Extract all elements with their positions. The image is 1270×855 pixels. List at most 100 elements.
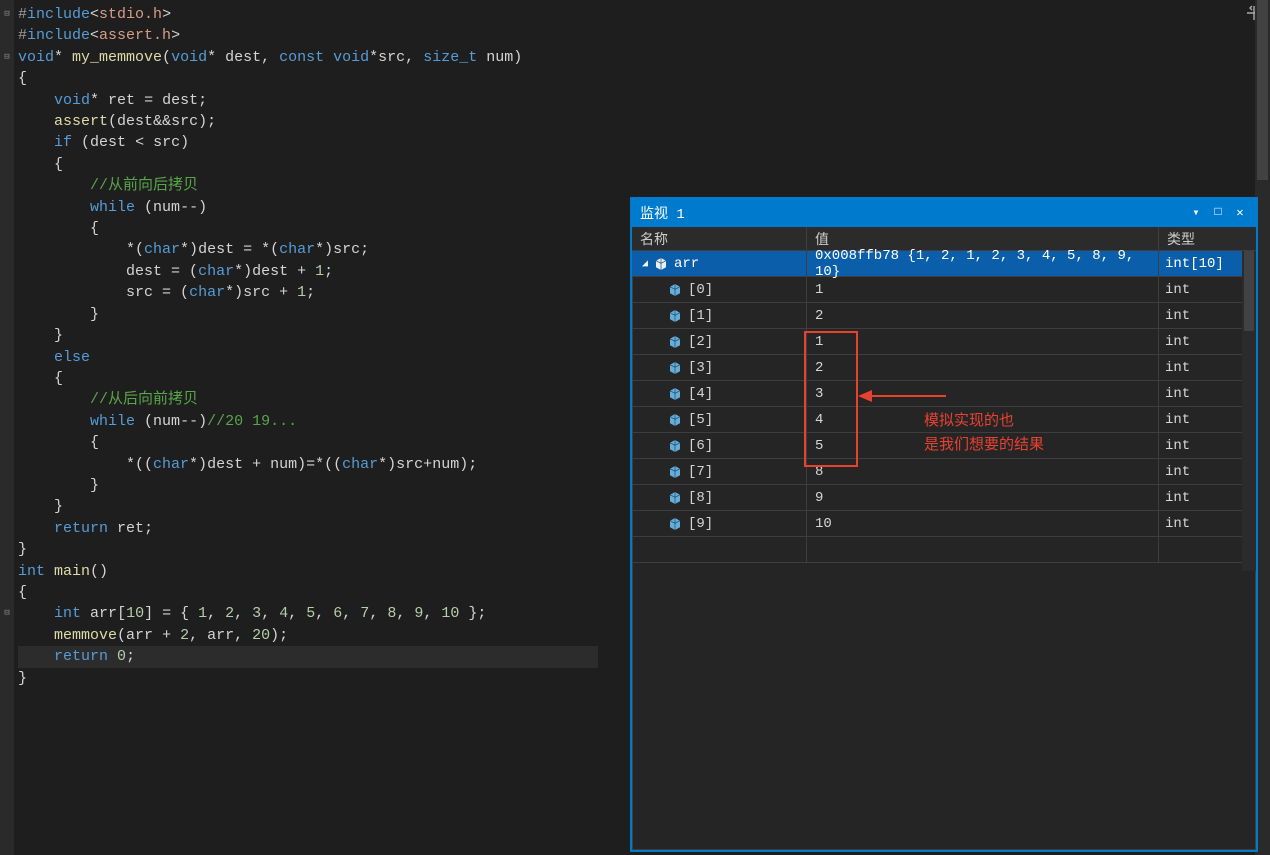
code-line[interactable]: { [18,432,598,453]
code-line[interactable]: dest = (char*)dest + 1; [18,261,598,282]
watch-menu-icon[interactable]: ▾ [1188,205,1204,221]
code-line[interactable]: memmove(arr + 2, arr, 20); [18,625,598,646]
code-line[interactable]: { [18,68,598,89]
watch-panel: 监视 1 ▾ □ ✕ 名称 值 类型 ◢arr0x008ffb78 {1, 2,… [630,197,1258,852]
var-type: int[10] [1159,251,1226,276]
watch-row[interactable]: [3] 2int [632,355,1256,381]
watch-row[interactable]: [7] 8int [632,459,1256,485]
var-value: 1 [807,277,1159,302]
variable-icon [668,309,682,323]
var-value: 1 [807,329,1159,354]
watch-close-icon[interactable]: ✕ [1232,205,1248,221]
variable-icon [668,413,682,427]
code-line[interactable]: } [18,304,598,325]
var-value: 8 [807,459,1159,484]
code-line[interactable]: //从后向前拷贝 [18,389,598,410]
code-line[interactable]: } [18,539,598,560]
var-name: [0] [688,282,713,298]
var-value: 5 [807,433,1159,458]
fold-gutter: ⊟ ⊟ ⊟ [0,0,14,855]
code-line[interactable]: { [18,218,598,239]
code-line[interactable]: void* my_memmove(void* dest, const void*… [18,47,598,68]
var-value: 2 [807,355,1159,380]
watch-titlebar[interactable]: 监视 1 ▾ □ ✕ [632,199,1256,227]
watch-row[interactable]: [0] 1int [632,277,1256,303]
watch-row[interactable]: [2] 1int [632,329,1256,355]
var-name: [4] [688,386,713,402]
watch-col-name[interactable]: 名称 [632,227,807,251]
scroll-thumb[interactable] [1257,0,1268,180]
watch-row[interactable]: [1]2int [632,303,1256,329]
variable-icon [668,387,682,401]
var-name: arr [674,256,699,272]
code-line[interactable]: int main() [18,561,598,582]
watch-row[interactable]: [4] 3int [632,381,1256,407]
variable-icon [668,491,682,505]
code-line[interactable]: if (dest < src) [18,132,598,153]
code-line[interactable]: assert(dest&&src); [18,111,598,132]
watch-scroll-thumb[interactable] [1244,251,1254,331]
code-line[interactable]: } [18,325,598,346]
var-value: 3 [807,381,1159,406]
var-name: [9] [688,516,713,532]
var-type: int [1159,329,1226,354]
watch-row-root[interactable]: ◢ arr 0x008ffb78 {1, 2, 1, 2, 3, 4, 5, 8, … [632,251,1256,277]
watch-row-empty[interactable] [632,537,1256,563]
code-line[interactable]: else [18,347,598,368]
expand-icon[interactable]: ◢ [640,258,650,270]
code-line[interactable]: //从前向后拷贝 [18,175,598,196]
variable-icon [668,335,682,349]
code-line[interactable]: while (num--) [18,197,598,218]
var-name: [2] [688,334,713,350]
code-line[interactable]: int arr[10] = { 1, 2, 3, 4, 5, 6, 7, 8, … [18,603,598,624]
code-line[interactable]: return 0; [18,646,598,667]
var-name: [8] [688,490,713,506]
var-type: int [1159,355,1226,380]
fold-toggle-icon[interactable]: ⊟ [2,52,12,62]
var-type: int [1159,407,1226,432]
var-name: [3] [688,360,713,376]
variable-icon [668,283,682,297]
variable-icon [668,517,682,531]
code-line[interactable]: *(char*)dest = *(char*)src; [18,239,598,260]
code-line[interactable]: src = (char*)src + 1; [18,282,598,303]
code-line[interactable]: *((char*)dest + num)=*((char*)src+num); [18,454,598,475]
watch-row[interactable]: [6]5int [632,433,1256,459]
watch-row[interactable]: [5]4int [632,407,1256,433]
code-line[interactable]: void* ret = dest; [18,90,598,111]
code-line[interactable]: #include<stdio.h> [18,4,598,25]
variable-icon [668,465,682,479]
var-type: int [1159,381,1226,406]
var-name: [7] [688,464,713,480]
code-line[interactable]: { [18,368,598,389]
var-type: int [1159,277,1226,302]
var-value: 2 [807,303,1159,328]
variable-icon [668,439,682,453]
var-type: int [1159,485,1226,510]
var-type: int [1159,303,1226,328]
watch-scrollbar-vertical[interactable] [1242,251,1256,571]
watch-maximize-icon[interactable]: □ [1210,205,1226,221]
var-value: 0x008ffb78 {1, 2, 1, 2, 3, 4, 5, 8, 9, 1… [807,251,1159,276]
watch-row[interactable]: [8]9int [632,485,1256,511]
code-body[interactable]: #include<stdio.h>#include<assert.h>void*… [18,4,598,689]
watch-body: ◢ arr 0x008ffb78 {1, 2, 1, 2, 3, 4, 5, 8, … [632,251,1256,563]
variable-icon [654,257,668,271]
watch-title: 监视 1 [640,203,1188,223]
fold-toggle-icon[interactable]: ⊟ [2,608,12,618]
code-line[interactable]: while (num--)//20 19... [18,411,598,432]
code-line[interactable]: } [18,668,598,689]
code-line[interactable]: #include<assert.h> [18,25,598,46]
code-line[interactable]: { [18,154,598,175]
var-name: [6] [688,438,713,454]
var-type: int [1159,511,1226,536]
var-type: int [1159,459,1226,484]
watch-row[interactable]: [9]10int [632,511,1256,537]
watch-col-type[interactable]: 类型 [1159,227,1226,251]
code-line[interactable]: } [18,475,598,496]
code-line[interactable]: return ret; [18,518,598,539]
code-line[interactable]: } [18,496,598,517]
var-name: [5] [688,412,713,428]
code-line[interactable]: { [18,582,598,603]
fold-toggle-icon[interactable]: ⊟ [2,9,12,19]
